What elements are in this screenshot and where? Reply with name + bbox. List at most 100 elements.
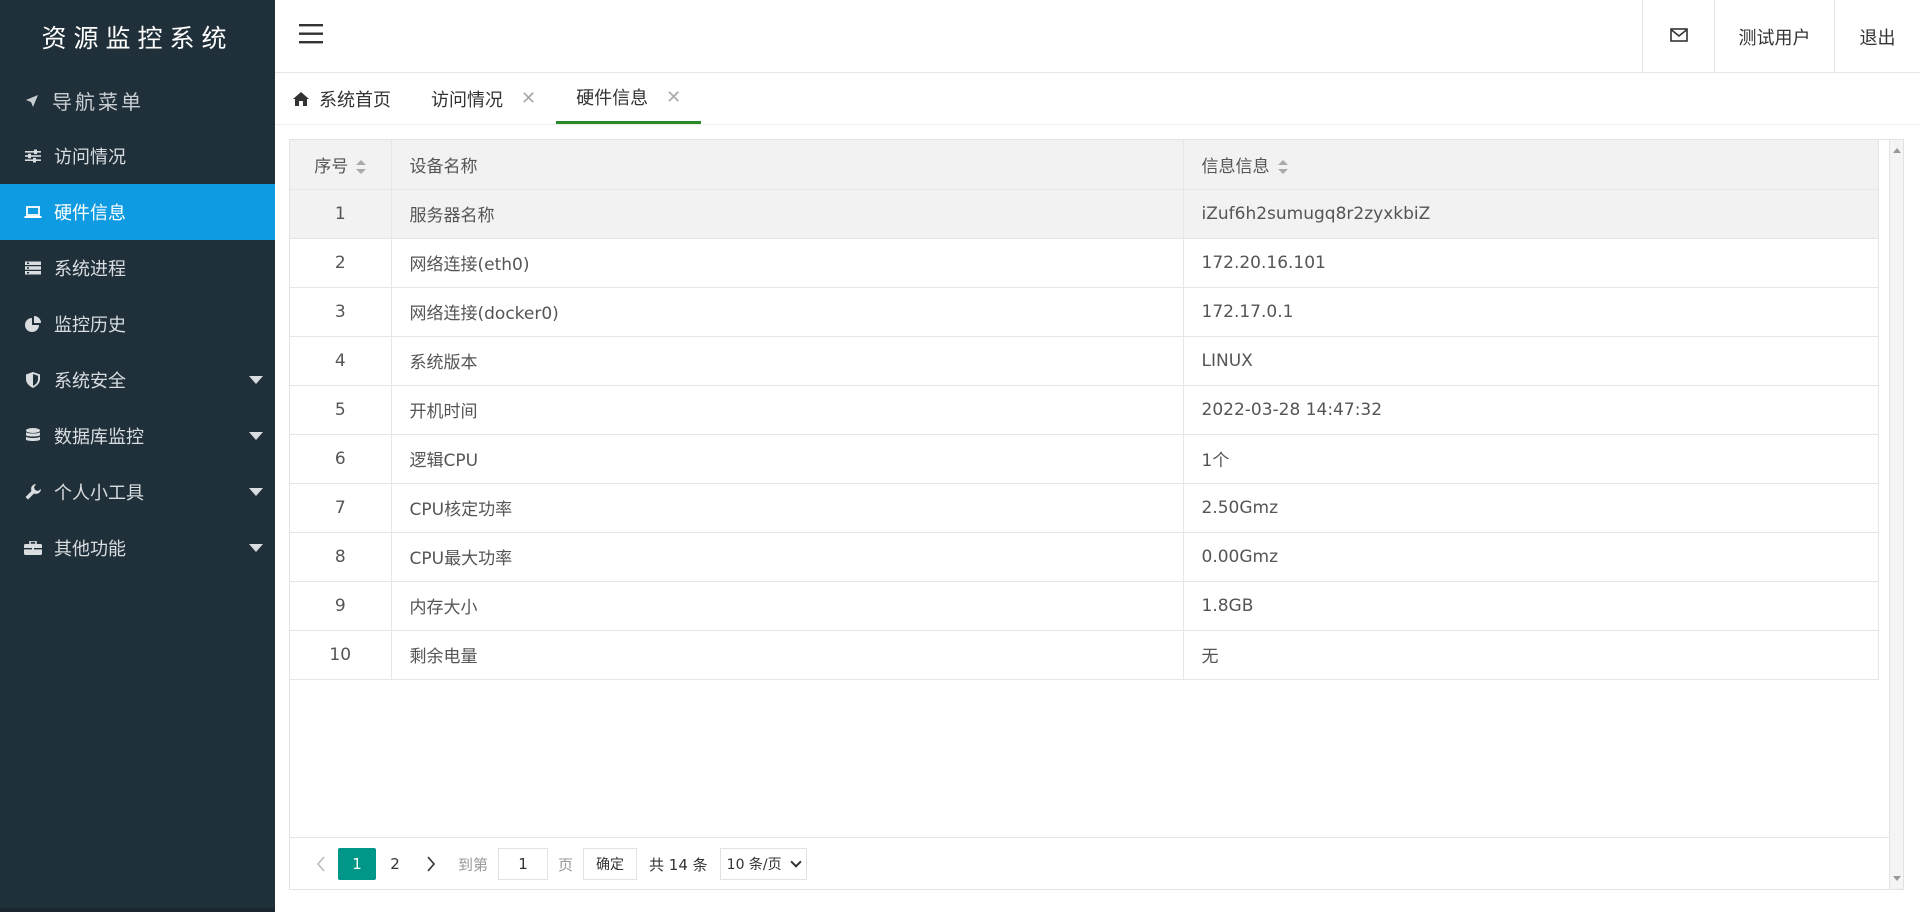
row-device-cell: 系统版本 [391,336,1184,386]
goto-page-input[interactable] [498,848,549,880]
column-header-info[interactable]: 信息信息 [1183,140,1879,190]
table-row[interactable]: 4 系统版本 LINUX [290,336,1879,386]
sidebar-item-label: 访问情况 [54,147,126,168]
close-icon[interactable]: ✕ [666,87,681,108]
caret-down-icon [249,432,263,440]
column-header-device: 设备名称 [391,140,1184,190]
row-info-cell: 1.8GB [1183,581,1879,631]
sidebar-item-security[interactable]: 系统安全 [0,352,275,408]
close-icon[interactable]: ✕ [521,88,536,109]
table-row[interactable]: 7 CPU核定功率 2.50Gmz [290,483,1879,533]
chevron-down-icon [789,856,802,868]
laptop-icon [24,205,42,219]
user-menu[interactable]: 测试用户 [1714,0,1834,73]
scroll-down-icon[interactable] [1893,876,1901,881]
row-device-cell: 开机时间 [391,385,1184,435]
goto-confirm-button[interactable]: 确定 [583,848,638,880]
goto-label: 到第 [458,855,489,874]
table-row[interactable]: 9 内存大小 1.8GB [290,581,1879,631]
top-header: 测试用户 退出 [275,0,1920,73]
page-button-1[interactable]: 1 [338,848,376,880]
row-device-cell: 逻辑CPU [391,434,1184,484]
row-seq-cell: 4 [290,336,392,386]
row-seq-cell: 9 [290,581,392,631]
table-row[interactable]: 5 开机时间 2022-03-28 14:47:32 [290,385,1879,435]
logout-button[interactable]: 退出 [1834,0,1920,73]
caret-down-icon [249,488,263,496]
row-info-cell: 172.17.0.1 [1183,287,1879,337]
sidebar-item-label: 其他功能 [54,539,126,560]
row-device-cell: CPU核定功率 [391,483,1184,533]
row-info-cell: LINUX [1183,336,1879,386]
table-row[interactable]: 1 服务器名称 iZuf6h2sumugq8r2zyxkbiZ [290,189,1879,239]
sidebar-item-label: 硬件信息 [54,203,126,224]
app-logo: 资源监控系统 [41,23,234,53]
table-row[interactable]: 6 逻辑CPU 1个 [290,434,1879,484]
row-info-cell: 2022-03-28 14:47:32 [1183,385,1879,435]
row-info-cell: 无 [1183,630,1879,680]
row-device-cell: 剩余电量 [391,630,1184,680]
sidebar: 资源监控系统 导航菜单 访问情况 硬件信息 系统进程 监控历史 系统安全 数据库… [0,0,275,912]
row-device-cell: 网络连接(eth0) [391,238,1184,288]
hardware-table: 序号 设备名称 信息信息 1 服务器名称 iZuf6h2sumugq8r2zyxkb… [290,140,1879,680]
sidebar-item-label: 系统安全 [54,371,126,392]
table-row[interactable]: 3 网络连接(docker0) 172.17.0.1 [290,287,1879,337]
sort-icon[interactable] [1277,159,1288,174]
prev-page-icon[interactable] [304,848,338,880]
tab-home[interactable]: 系统首页 [275,73,411,124]
table-row[interactable]: 2 网络连接(eth0) 172.20.16.101 [290,238,1879,288]
tab-label: 硬件信息 [576,88,649,109]
database-icon [24,428,42,444]
caret-down-icon [249,376,263,384]
scroll-up-icon[interactable] [1893,148,1901,153]
sidebar-item-hardware[interactable]: 硬件信息 [0,184,275,240]
row-seq-cell: 3 [290,287,392,337]
vertical-scrollbar[interactable] [1889,140,1903,889]
tab-label: 系统首页 [319,89,391,111]
row-device-cell: 网络连接(docker0) [391,287,1184,337]
row-seq-cell: 6 [290,434,392,484]
sidebar-item-history[interactable]: 监控历史 [0,296,275,352]
sidebar-item-label: 数据库监控 [54,427,144,448]
hardware-table-panel: 序号 设备名称 信息信息 1 服务器名称 iZuf6h2sumugq8r2zyxkb… [289,139,1904,890]
row-device-cell: 内存大小 [391,581,1184,631]
caret-down-icon [249,544,263,552]
page-size-select[interactable]: 10 条/页 [719,848,807,880]
tab-hardware[interactable]: 硬件信息 ✕ [556,73,702,124]
column-header-seq[interactable]: 序号 [290,140,392,190]
sidebar-item-label: 监控历史 [54,315,126,336]
pie-chart-icon [24,316,42,332]
sidebar-item-tools[interactable]: 个人小工具 [0,464,275,520]
table-row[interactable]: 8 CPU最大功率 0.00Gmz [290,532,1879,582]
sidebar-item-label: 系统进程 [54,259,126,280]
total-count: 共 14 条 [649,855,708,874]
row-info-cell: 2.50Gmz [1183,483,1879,533]
wrench-icon [24,484,42,500]
row-seq-cell: 2 [290,238,392,288]
envelope-icon [1669,26,1688,47]
sort-icon[interactable] [356,159,367,174]
row-seq-cell: 1 [290,189,392,239]
tab-visits[interactable]: 访问情况 ✕ [411,73,556,124]
header-actions: 测试用户 退出 [1642,0,1920,73]
sidebar-item-other[interactable]: 其他功能 [0,520,275,576]
row-device-cell: CPU最大功率 [391,532,1184,582]
sliders-icon [24,149,42,163]
nav-menu-title: 导航菜单 [0,73,275,128]
sidebar-item-label: 个人小工具 [54,483,144,504]
table-row[interactable]: 10 剩余电量无 [290,630,1879,680]
row-device-cell: 服务器名称 [391,189,1184,239]
briefcase-icon [24,541,42,555]
mail-button[interactable] [1642,0,1714,73]
row-info-cell: iZuf6h2sumugq8r2zyxkbiZ [1183,189,1879,239]
row-seq-cell: 5 [290,385,392,435]
page-button-2[interactable]: 2 [376,848,414,880]
sidebar-item-database[interactable]: 数据库监控 [0,408,275,464]
row-seq-cell: 10 [290,630,392,680]
next-page-icon[interactable] [414,848,448,880]
table-header-row: 序号 设备名称 信息信息 [290,140,1879,190]
sidebar-item-processes[interactable]: 系统进程 [0,240,275,296]
sidebar-item-visits[interactable]: 访问情况 [0,128,275,184]
page-unit-label: 页 [558,855,574,874]
menu-toggle-icon[interactable] [299,18,325,53]
